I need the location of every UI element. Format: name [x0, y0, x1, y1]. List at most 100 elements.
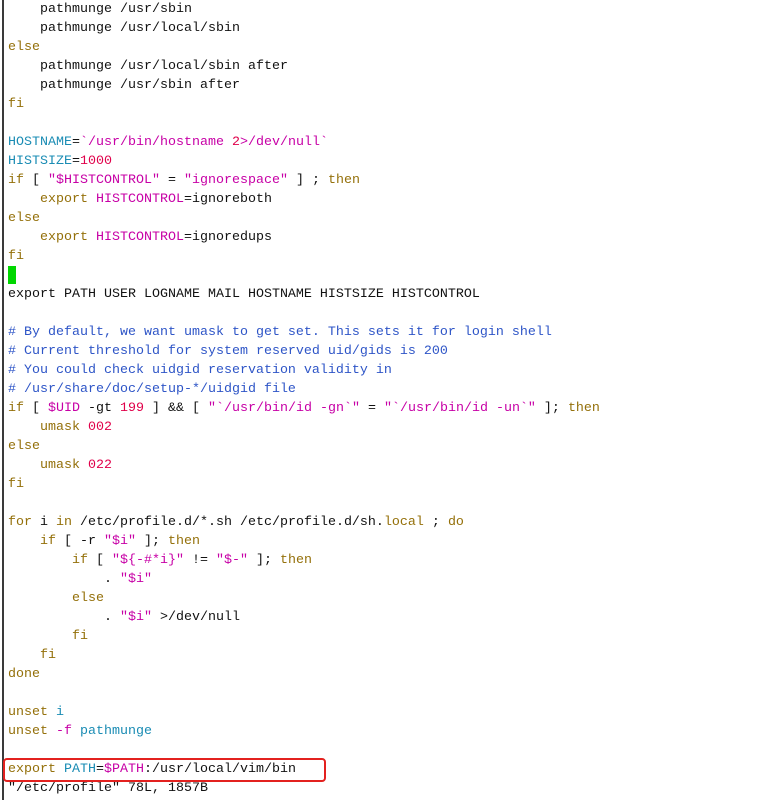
code-token: ];	[247, 553, 280, 568]
code-token: !=	[183, 553, 216, 568]
code-token: pathmunge /usr/local/sbin after	[8, 59, 288, 74]
code-token: =	[359, 401, 384, 416]
code-token: "ignorespace"	[183, 173, 288, 188]
code-token: else	[8, 40, 40, 55]
code-line: unset i	[8, 703, 765, 722]
code-token: for	[8, 515, 32, 530]
code-token: /etc/profile.d/*.sh /etc/profile.d/sh.	[72, 515, 384, 530]
code-token: :/usr/local/vim/bin	[144, 762, 296, 777]
code-token: local	[383, 515, 424, 530]
code-token: .	[8, 610, 120, 625]
code-token: # You could check uidgid reservation val…	[8, 363, 392, 378]
code-line: pathmunge /usr/local/sbin after	[8, 57, 765, 76]
code-token: unset	[8, 724, 48, 739]
code-token: =ignoredups	[183, 230, 272, 245]
code-token: -gt	[80, 401, 120, 416]
code-token: [ -r	[56, 534, 104, 549]
code-token: pathmunge	[80, 724, 152, 739]
code-token: "$i"	[104, 534, 136, 549]
code-token: 1000	[80, 154, 112, 169]
code-token: [	[24, 401, 48, 416]
code-line: else	[8, 209, 765, 228]
code-line: umask 002	[8, 418, 765, 437]
code-token: `/usr/bin/hostname	[80, 135, 232, 150]
code-token: export	[40, 192, 88, 207]
code-line: fi	[8, 627, 765, 646]
code-line: export PATH=$PATH:/usr/local/vim/bin	[8, 760, 765, 779]
code-line: else	[8, 437, 765, 456]
code-token: pathmunge /usr/sbin after	[8, 78, 240, 93]
code-token: =	[159, 173, 184, 188]
code-token: ] && [	[144, 401, 208, 416]
code-token: fi	[72, 629, 88, 644]
code-line: fi	[8, 95, 765, 114]
code-token: if	[8, 173, 24, 188]
code-token: $PATH	[104, 762, 144, 777]
code-token: i	[32, 515, 56, 530]
code-line: for i in /etc/profile.d/*.sh /etc/profil…	[8, 513, 765, 532]
code-line: # /usr/share/doc/setup-*/uidgid file	[8, 380, 765, 399]
code-token: 2	[231, 135, 240, 150]
code-token: "$i"	[119, 610, 152, 625]
code-token: done	[8, 667, 40, 682]
code-line: if [ -r "$i" ]; then	[8, 532, 765, 551]
code-token: PATH	[64, 762, 96, 777]
code-token: # /usr/share/doc/setup-*/uidgid file	[8, 382, 296, 397]
code-line: # You could check uidgid reservation val…	[8, 361, 765, 380]
code-line: HOSTNAME=`/usr/bin/hostname 2>/dev/null`	[8, 133, 765, 152]
code-line: unset -f pathmunge	[8, 722, 765, 741]
code-line: else	[8, 38, 765, 57]
code-token: if	[72, 553, 88, 568]
code-token: export	[40, 230, 88, 245]
code-token: "${-#*i}"	[112, 553, 184, 568]
code-line	[8, 266, 765, 285]
code-token: i	[56, 705, 64, 720]
code-line: if [ "${-#*i}" != "$-" ]; then	[8, 551, 765, 570]
code-token: =ignoreboth	[183, 192, 272, 207]
code-line: . "$i" >/dev/null	[8, 608, 765, 627]
code-token: then	[327, 173, 360, 188]
text-cursor	[8, 266, 16, 284]
code-token: 002	[88, 420, 112, 435]
terminal-window[interactable]: pathmunge /usr/sbin pathmunge /usr/local…	[0, 0, 765, 800]
code-token: umask	[40, 458, 80, 473]
code-token: # By default, we want umask to get set. …	[8, 325, 552, 340]
code-line: HISTSIZE=1000	[8, 152, 765, 171]
code-token: export	[8, 762, 56, 777]
code-token: do	[447, 515, 464, 530]
code-token: then	[567, 401, 600, 416]
code-line: export HISTCONTROL=ignoreboth	[8, 190, 765, 209]
code-token: ] ;	[287, 173, 328, 188]
code-token: fi	[40, 648, 56, 663]
code-line: fi	[8, 646, 765, 665]
editor-buffer[interactable]: pathmunge /usr/sbin pathmunge /usr/local…	[0, 0, 765, 798]
code-token: if	[8, 401, 24, 416]
code-token: else	[8, 439, 40, 454]
code-token: [	[88, 553, 112, 568]
code-line: . "$i"	[8, 570, 765, 589]
code-token: pathmunge /usr/local/sbin	[8, 21, 240, 36]
code-line: fi	[8, 247, 765, 266]
code-token: export PATH USER LOGNAME MAIL HOSTNAME H…	[8, 287, 480, 302]
code-token: "$HISTCONTROL"	[48, 173, 160, 188]
code-token: pathmunge /usr/sbin	[8, 2, 192, 17]
code-line: export HISTCONTROL=ignoredups	[8, 228, 765, 247]
code-token: else	[72, 591, 104, 606]
code-token: >/dev/null`	[239, 135, 328, 150]
code-token: =	[72, 154, 80, 169]
